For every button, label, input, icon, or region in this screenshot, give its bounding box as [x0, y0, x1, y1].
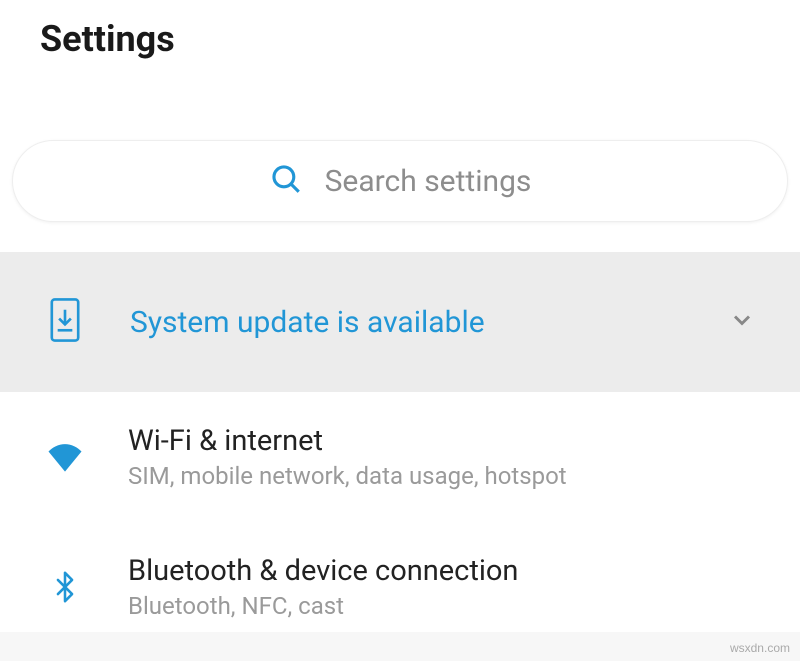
wifi-icon — [30, 422, 100, 492]
bluetooth-icon — [30, 552, 100, 622]
list-item-text: Wi-Fi & internet SIM, mobile network, da… — [128, 424, 567, 490]
page-title: Settings — [40, 18, 760, 60]
list-item-bluetooth[interactable]: Bluetooth & device connection Bluetooth,… — [0, 522, 800, 632]
system-update-icon — [50, 298, 80, 346]
search-bar[interactable]: Search settings — [12, 140, 788, 222]
settings-list: Wi-Fi & internet SIM, mobile network, da… — [0, 392, 800, 632]
list-item-wifi[interactable]: Wi-Fi & internet SIM, mobile network, da… — [0, 392, 800, 522]
system-update-banner[interactable]: System update is available — [0, 252, 800, 392]
search-icon — [269, 162, 303, 200]
list-item-subtitle: Bluetooth, NFC, cast — [128, 592, 518, 620]
list-item-text: Bluetooth & device connection Bluetooth,… — [128, 554, 518, 620]
list-item-subtitle: SIM, mobile network, data usage, hotspot — [128, 462, 567, 490]
search-container: Search settings — [0, 140, 800, 252]
list-item-title: Wi-Fi & internet — [128, 424, 567, 458]
header: Settings — [0, 0, 800, 140]
watermark: wsxdn.com — [730, 641, 790, 655]
chevron-down-icon — [728, 306, 756, 338]
list-item-title: Bluetooth & device connection — [128, 554, 518, 588]
search-placeholder: Search settings — [325, 164, 532, 199]
system-update-label: System update is available — [130, 305, 485, 340]
